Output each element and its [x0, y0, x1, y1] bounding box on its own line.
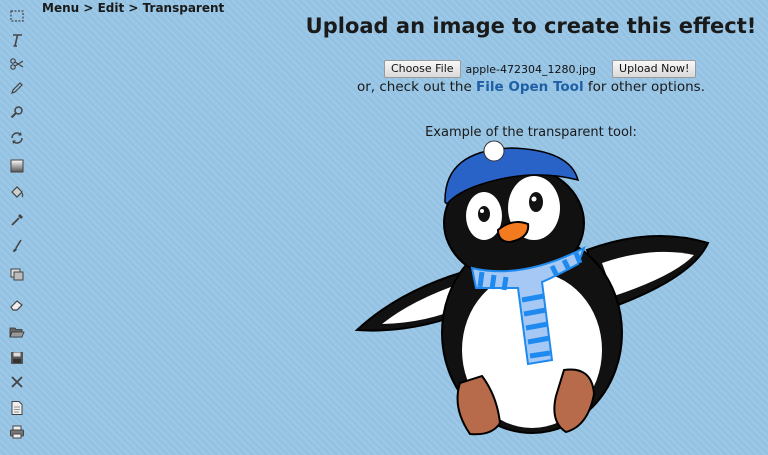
layers-icon: [10, 268, 24, 281]
save-tool[interactable]: [8, 349, 26, 367]
eraser-icon: [10, 300, 23, 311]
printer-icon: [10, 425, 24, 439]
cut-tool[interactable]: [8, 55, 26, 73]
choose-file-button[interactable]: Choose File: [384, 60, 461, 78]
breadcrumb-edit[interactable]: Edit: [98, 1, 125, 15]
upload-now-button[interactable]: Upload Now!: [612, 60, 697, 78]
alt-suffix: for other options.: [583, 79, 706, 95]
upload-form: Choose File apple-472304_1280.jpg Upload…: [384, 59, 697, 79]
rotate-icon: [11, 132, 23, 144]
select-tool[interactable]: [8, 7, 26, 25]
page-title: Upload an image to create this effect!: [305, 14, 757, 38]
penguin-hat-pompom: [483, 140, 505, 162]
text-tool[interactable]: [8, 31, 26, 49]
breadcrumb-current: Transparent: [142, 1, 225, 15]
penguin-left-eye: [478, 206, 490, 222]
close-icon: [11, 376, 23, 388]
document-icon: [11, 401, 23, 415]
select-icon: [10, 10, 24, 22]
penguin-right-foot: [553, 368, 596, 434]
fill-tool[interactable]: [8, 183, 26, 201]
rotate-tool[interactable]: [8, 129, 26, 147]
folder-open-icon: [9, 327, 25, 338]
eyedropper-icon: [11, 214, 23, 226]
breadcrumb-separator: >: [79, 1, 98, 15]
eraser-tool[interactable]: [8, 295, 26, 313]
new-document-tool[interactable]: [8, 399, 26, 417]
example-image: [352, 138, 712, 438]
file-open-tool-link[interactable]: File Open Tool: [476, 79, 584, 95]
paint-bucket-icon: [11, 186, 24, 198]
zoom-tool[interactable]: [8, 103, 26, 121]
close-tool[interactable]: [8, 373, 26, 391]
gradient-icon: [10, 159, 24, 173]
brush-tool[interactable]: [8, 237, 26, 255]
eyedropper-tool[interactable]: [8, 211, 26, 229]
print-tool[interactable]: [8, 423, 26, 441]
layers-tool[interactable]: [8, 265, 26, 283]
magnifier-icon: [10, 106, 23, 119]
open-tool[interactable]: [8, 323, 26, 341]
breadcrumb: Menu > Edit > Transparent: [42, 1, 224, 15]
breadcrumb-menu[interactable]: Menu: [42, 1, 79, 15]
penguin-right-eye: [529, 192, 543, 212]
brush-icon: [13, 239, 22, 252]
toolbar: [0, 0, 34, 455]
gradient-tool[interactable]: [8, 157, 26, 175]
breadcrumb-separator: >: [124, 1, 143, 15]
alternative-options: or, check out the File Open Tool for oth…: [296, 79, 766, 95]
penguin-left-eye-shine: [480, 209, 484, 213]
selected-filename: apple-472304_1280.jpg: [465, 62, 597, 76]
penguin-illustration: [354, 140, 710, 436]
text-icon: [13, 34, 22, 47]
alt-prefix: or, check out the: [356, 79, 477, 95]
pencil-icon: [11, 82, 23, 94]
save-icon: [11, 352, 23, 364]
pencil-tool[interactable]: [8, 79, 26, 97]
scissors-icon: [10, 58, 24, 70]
penguin-right-eye-shine: [531, 196, 537, 202]
